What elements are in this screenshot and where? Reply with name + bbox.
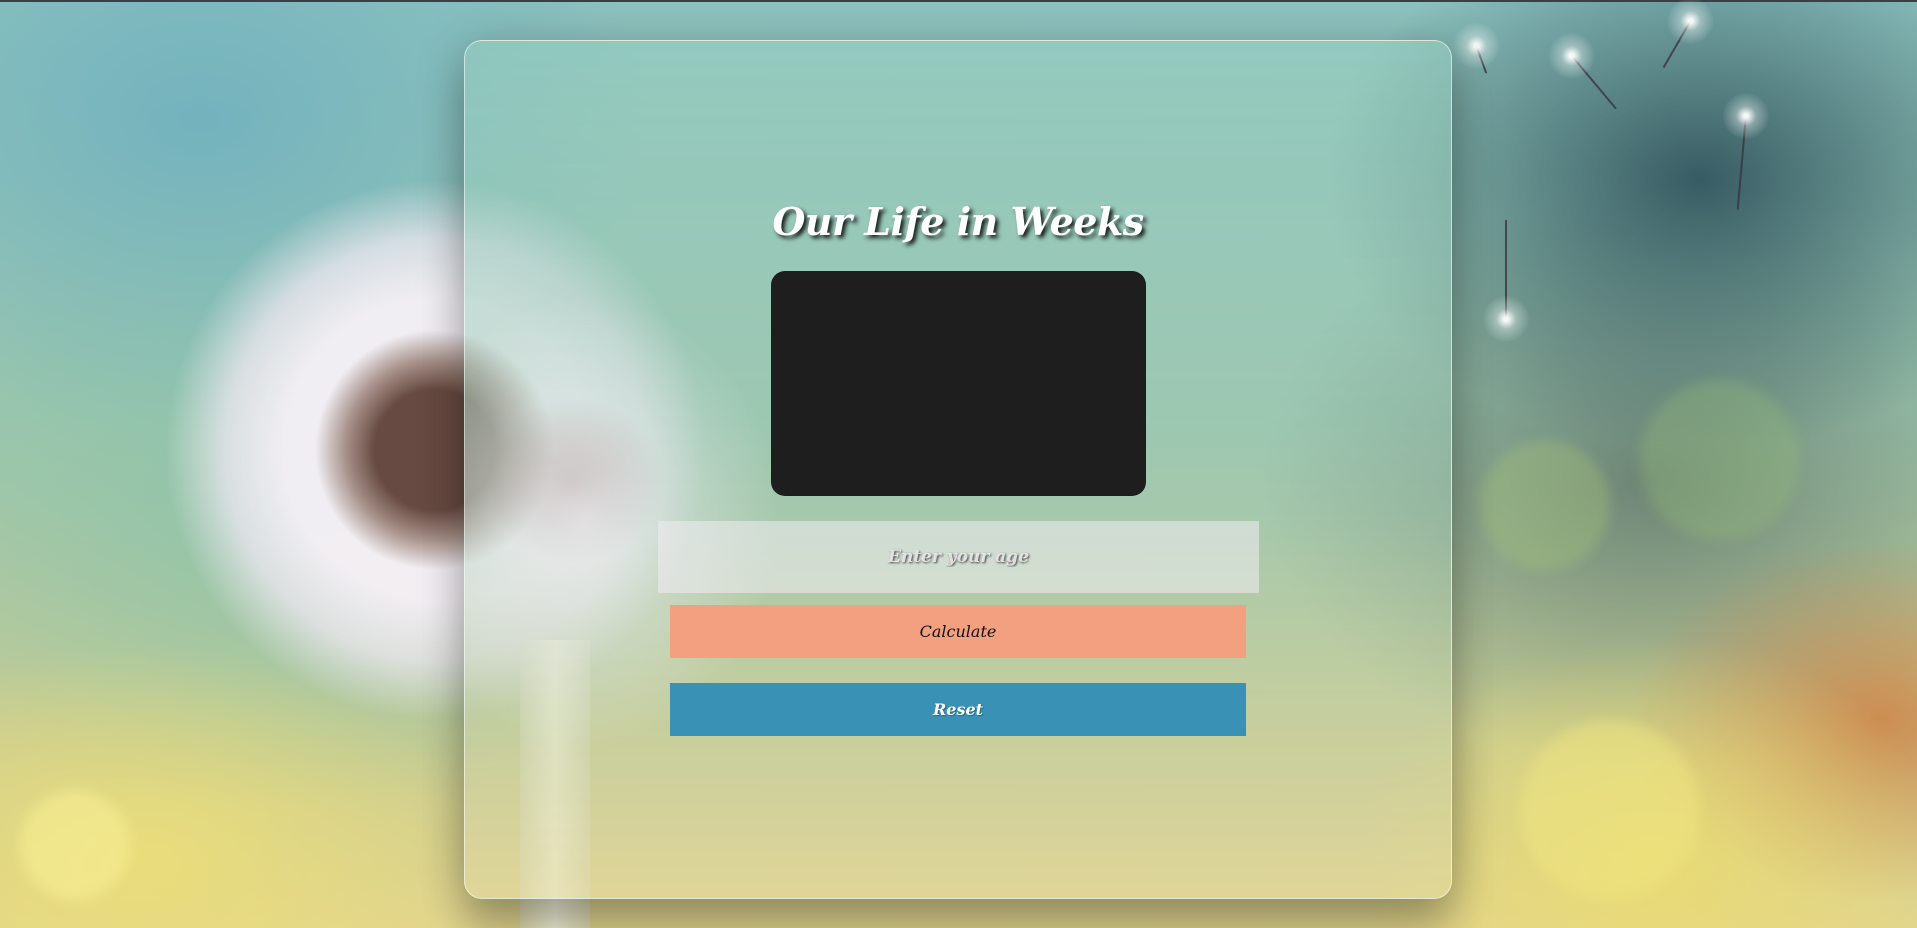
floating-seed — [1505, 220, 1507, 320]
calculator-card: Our Life in Weeks Calculate Reset — [464, 40, 1452, 899]
age-input[interactable] — [658, 521, 1259, 593]
calculate-button[interactable]: Calculate — [670, 605, 1246, 658]
reset-button[interactable]: Reset — [670, 683, 1246, 736]
window-top-border — [0, 0, 1917, 2]
floating-seed — [1736, 114, 1747, 210]
floating-seed — [1662, 19, 1692, 69]
bokeh-light — [20, 790, 130, 900]
page-title: Our Life in Weeks — [772, 199, 1144, 244]
weeks-display-panel — [771, 271, 1146, 496]
floating-seed — [1570, 54, 1617, 110]
bokeh-light — [1520, 720, 1700, 900]
bokeh-light — [1480, 440, 1610, 570]
floating-seed — [1475, 44, 1488, 74]
bokeh-light — [1640, 380, 1800, 540]
